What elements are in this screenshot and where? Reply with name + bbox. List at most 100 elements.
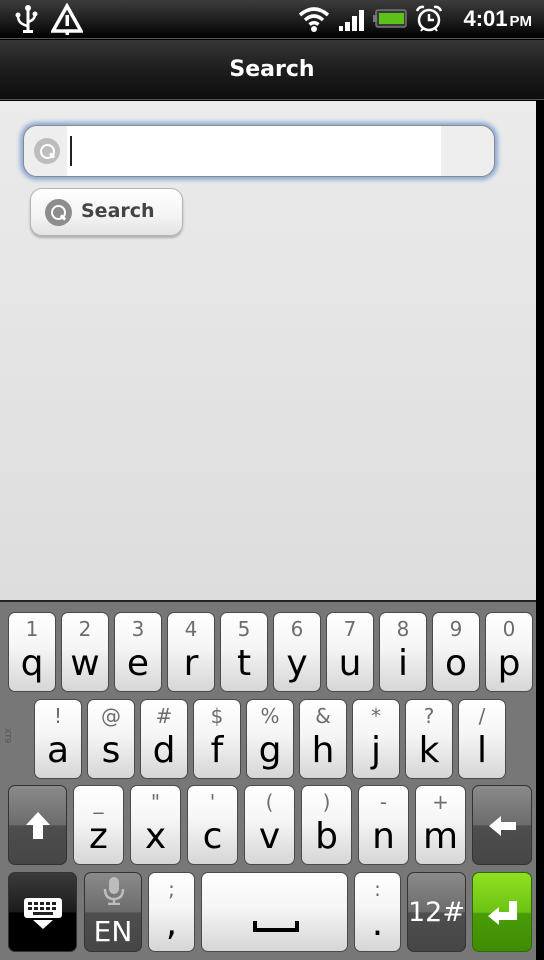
key-main-label: h xyxy=(311,730,335,771)
key-alt-label: 6 xyxy=(290,617,304,641)
key-u[interactable]: 7u xyxy=(326,612,374,692)
key-t[interactable]: 5t xyxy=(220,612,268,692)
key-main-label: e xyxy=(126,643,150,684)
key-w[interactable]: 2w xyxy=(61,612,109,692)
key-s[interactable]: @ s xyxy=(87,699,135,779)
key-main-label: l xyxy=(476,730,487,771)
period-key-main: . xyxy=(371,903,384,944)
key-g[interactable]: % g xyxy=(246,699,294,779)
key-alt-label: ! xyxy=(53,704,63,728)
enter-arrow-icon xyxy=(488,901,517,925)
comma-key[interactable]: ; , xyxy=(148,872,195,952)
key-main-label: w xyxy=(70,643,100,684)
microphone-icon xyxy=(103,877,125,905)
period-key-alt: : xyxy=(374,877,381,901)
key-alt-label: _ xyxy=(93,790,104,814)
space-key[interactable] xyxy=(201,872,348,952)
hide-keyboard-key[interactable] xyxy=(8,872,77,952)
key-j[interactable]: * j xyxy=(352,699,400,779)
keyboard-hide-icon xyxy=(24,898,62,929)
key-a[interactable]: ! a xyxy=(34,699,82,779)
key-q[interactable]: 1q xyxy=(8,612,56,692)
xt9-label: XT9 xyxy=(3,728,12,744)
key-main-label: b xyxy=(315,816,338,857)
search-field[interactable] xyxy=(23,125,495,177)
language-label: EN xyxy=(93,915,133,948)
backspace-key[interactable] xyxy=(472,785,532,865)
status-clock: 4:01 PM xyxy=(463,6,532,32)
key-z[interactable]: _ z xyxy=(73,785,124,865)
key-alt-label: + xyxy=(432,790,449,814)
key-alt-label: * xyxy=(371,704,381,728)
key-main-label: z xyxy=(89,816,108,857)
key-main-label: v xyxy=(258,816,281,857)
battery-icon xyxy=(373,9,407,28)
key-c[interactable]: ' c xyxy=(187,785,238,865)
key-i[interactable]: 8i xyxy=(379,612,427,692)
search-input[interactable] xyxy=(67,126,441,176)
title-bar: Search xyxy=(0,40,544,100)
alarm-icon xyxy=(415,5,443,32)
key-alt-label: ' xyxy=(209,790,216,814)
symbols-key[interactable]: 12# xyxy=(407,872,466,952)
key-alt-label: @ xyxy=(101,704,121,728)
key-x[interactable]: " x xyxy=(130,785,181,865)
key-main-label: u xyxy=(338,643,362,684)
enter-key[interactable] xyxy=(472,872,532,952)
key-alt-label: 2 xyxy=(78,617,92,641)
key-main-label: f xyxy=(210,730,224,771)
symbols-label: 12# xyxy=(408,897,465,928)
key-main-label: x xyxy=(144,816,167,857)
clock-time: 4:01 xyxy=(463,6,508,31)
key-k[interactable]: ? k xyxy=(405,699,453,779)
key-main-label: q xyxy=(20,643,44,684)
search-button-label: Search xyxy=(81,200,155,222)
voice-language-key[interactable]: EN xyxy=(84,872,142,952)
key-b[interactable]: ) b xyxy=(301,785,352,865)
key-alt-label: 9 xyxy=(449,617,463,641)
wifi-icon xyxy=(298,7,330,32)
key-y[interactable]: 6y xyxy=(273,612,321,692)
search-icon xyxy=(45,199,72,226)
status-bar: 4:01 PM xyxy=(0,0,544,39)
key-main-label: n xyxy=(372,816,395,857)
text-cursor xyxy=(70,136,72,166)
key-alt-label: 4 xyxy=(184,617,198,641)
key-alt-label: / xyxy=(478,704,486,728)
key-alt-label: 3 xyxy=(131,617,145,641)
key-l[interactable]: / l xyxy=(458,699,506,779)
key-p[interactable]: 0p xyxy=(485,612,533,692)
screen-edge xyxy=(536,101,544,960)
key-d[interactable]: # d xyxy=(140,699,188,779)
key-alt-label: ) xyxy=(322,790,331,814)
key-h[interactable]: & h xyxy=(299,699,347,779)
key-alt-label: 1 xyxy=(25,617,39,641)
key-m[interactable]: + m xyxy=(415,785,466,865)
key-main-label: y xyxy=(286,643,308,684)
key-main-label: g xyxy=(258,730,282,771)
signal-icon xyxy=(339,10,364,31)
key-main-label: p xyxy=(497,643,521,684)
usb-icon xyxy=(15,5,38,33)
comma-key-main: , xyxy=(165,903,178,944)
key-f[interactable]: $ f xyxy=(193,699,241,779)
key-n[interactable]: -n xyxy=(358,785,409,865)
shift-key[interactable] xyxy=(8,785,67,865)
key-o[interactable]: 9o xyxy=(432,612,480,692)
key-alt-label: $ xyxy=(210,704,224,728)
key-main-label: j xyxy=(370,730,381,771)
space-bar-icon xyxy=(253,921,299,932)
key-e[interactable]: 3e xyxy=(114,612,162,692)
warning-icon xyxy=(51,3,83,35)
key-main-label: c xyxy=(202,816,223,857)
search-button[interactable]: Search xyxy=(30,188,183,236)
soft-keyboard: XT9 EN ; ,: . 12# 1 q 2 w 3 e 4 r 5 t 6… xyxy=(0,600,536,960)
key-alt-label: 8 xyxy=(396,617,410,641)
clock-ampm: PM xyxy=(509,13,533,30)
period-key[interactable]: : . xyxy=(354,872,401,952)
key-r[interactable]: 4r xyxy=(167,612,215,692)
key-v[interactable]: (v xyxy=(244,785,295,865)
key-main-label: k xyxy=(418,730,440,771)
comma-key-alt: ; xyxy=(168,877,175,901)
key-alt-label: 7 xyxy=(343,617,357,641)
